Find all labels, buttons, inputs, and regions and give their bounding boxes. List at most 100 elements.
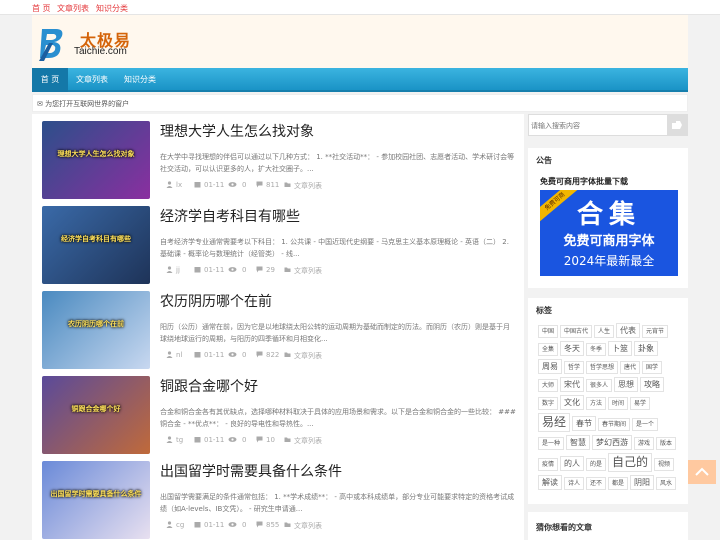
- post-thumbnail[interactable]: 出国留学时需要具备什么条件: [42, 461, 150, 539]
- top-link-knowledge[interactable]: 知识分类: [96, 3, 128, 14]
- comment-icon: [256, 266, 263, 275]
- tag-link[interactable]: 的是: [586, 458, 607, 471]
- nav-item-home[interactable]: 首 页: [32, 68, 68, 92]
- top-link-articles[interactable]: 文章列表: [57, 3, 89, 14]
- tag-link[interactable]: 攻略: [640, 377, 665, 392]
- post-excerpt: 自考经济学专业通常需要考以下科目： 1. 公共课 - 中国近现代史纲要 - 马克…: [160, 238, 509, 258]
- tag-link[interactable]: 疫情: [538, 458, 559, 471]
- tag-link[interactable]: 国学: [642, 361, 663, 374]
- tag-link[interactable]: 是一种: [538, 437, 565, 450]
- post-author[interactable]: tg: [176, 436, 183, 444]
- logo-icon[interactable]: [38, 25, 68, 61]
- tag-link[interactable]: 代表: [616, 323, 641, 338]
- nav-item-articles[interactable]: 文章列表: [70, 68, 114, 92]
- tag-link[interactable]: 春节期间: [598, 418, 631, 431]
- tag-link[interactable]: 游戏: [634, 437, 655, 450]
- tag-link[interactable]: 方法: [586, 397, 607, 410]
- tag-link[interactable]: 是一个: [632, 418, 659, 431]
- tag-link[interactable]: 哲学思想: [586, 361, 619, 374]
- post-title[interactable]: 经济学自考科目有哪些: [160, 206, 300, 226]
- post-item: 理想大学人生怎么找对象 理想大学人生怎么找对象 在大学中寻找理想的伴侣可以通过以下几…: [42, 119, 516, 199]
- tag-link[interactable]: 很多人: [586, 379, 613, 392]
- post-category[interactable]: 文章列表: [294, 521, 322, 531]
- post-title[interactable]: 理想大学人生怎么找对象: [160, 121, 314, 141]
- search-input[interactable]: [531, 118, 641, 133]
- tag-link[interactable]: 卜筮: [608, 341, 633, 356]
- post-title[interactable]: 农历阴历哪个在前: [160, 291, 272, 311]
- tag-link[interactable]: 阴阳: [630, 475, 655, 490]
- chevron-up-icon: [695, 467, 709, 476]
- tag-link[interactable]: 文化: [560, 395, 585, 410]
- tag-link[interactable]: 都是: [608, 477, 629, 490]
- post-excerpt: 出国留学需要满足的条件通常包括： 1. **学术成绩**： - 高中或本科成绩单…: [160, 493, 515, 513]
- tag-link[interactable]: 数字: [538, 397, 559, 410]
- logo-en-text[interactable]: Taichie.com: [74, 46, 127, 57]
- banner-title: 合集: [576, 200, 641, 230]
- post-title[interactable]: 出国留学时需要具备什么条件: [160, 461, 342, 481]
- tag-link[interactable]: 中国古代: [560, 325, 593, 338]
- tag-link[interactable]: 风水: [656, 477, 677, 490]
- post-author[interactable]: lx: [176, 181, 182, 189]
- comment-icon: [256, 181, 263, 190]
- post-excerpt: 阳历（公历）通常在前，因为它是以地球绕太阳公转的运动周期为基础而制定的历法。而阴…: [160, 323, 510, 343]
- post-title[interactable]: 铜跟合金哪个好: [160, 376, 258, 396]
- post-id: 10: [266, 436, 275, 444]
- post-thumbnail[interactable]: 铜跟合金哪个好: [42, 376, 150, 454]
- author-icon: [166, 436, 173, 445]
- tag-link[interactable]: 还不: [586, 477, 607, 490]
- tag-link[interactable]: 卦象: [634, 341, 659, 356]
- post-date: 01-11: [204, 266, 225, 274]
- post-views: 0: [242, 181, 247, 189]
- post-author[interactable]: jj: [176, 266, 180, 274]
- tag-link[interactable]: 梦幻西游: [592, 435, 633, 450]
- post-category[interactable]: 文章列表: [294, 181, 322, 191]
- post-thumbnail[interactable]: 农历阴历哪个在前: [42, 291, 150, 369]
- post-author[interactable]: cg: [176, 521, 184, 529]
- tag-link[interactable]: 版本: [656, 437, 677, 450]
- post-category[interactable]: 文章列表: [294, 266, 322, 276]
- tag-link[interactable]: 哲学: [564, 361, 585, 374]
- tag-link[interactable]: 易经: [538, 413, 571, 432]
- tags-widget: 标签 中国 中国古代 人生 代表 元宵节全集 冬天 冬季 卜筮 卦象周易 哲学 哲学思想 唐代 国学大师…: [528, 298, 688, 504]
- tag-link[interactable]: 春节: [572, 416, 597, 431]
- announcement-title[interactable]: 免费可商用字体批量下载: [540, 176, 628, 187]
- tag-link[interactable]: 元宵节: [642, 325, 669, 338]
- tag-link[interactable]: 周易: [538, 359, 562, 374]
- top-link-home[interactable]: 首 页: [32, 3, 51, 14]
- calendar-icon: [194, 436, 201, 445]
- post-thumbnail[interactable]: 经济学自考科目有哪些: [42, 206, 150, 284]
- tag-link[interactable]: 唐代: [620, 361, 641, 374]
- tag-link[interactable]: 易学: [630, 397, 651, 410]
- post-id: 855: [266, 521, 280, 529]
- tag-link[interactable]: 诗人: [564, 477, 585, 490]
- tag-link[interactable]: 全集: [538, 343, 559, 356]
- post-id: 29: [266, 266, 275, 274]
- tag-link[interactable]: 宋代: [560, 377, 585, 392]
- top-bar: 首 页 文章列表 知识分类: [0, 0, 720, 15]
- back-to-top-button[interactable]: [688, 460, 716, 484]
- tag-link[interactable]: 人生: [594, 325, 615, 338]
- announcement-banner[interactable]: 免费可商 合集 免费可商用字体 2024年最新最全: [540, 190, 678, 276]
- tag-link[interactable]: 冬季: [586, 343, 607, 356]
- post-thumbnail[interactable]: 理想大学人生怎么找对象: [42, 121, 150, 199]
- tag-link[interactable]: 的人: [560, 456, 585, 471]
- tag-link[interactable]: 自己的: [608, 453, 653, 472]
- tag-link[interactable]: 大师: [538, 379, 559, 392]
- tag-link[interactable]: 冬天: [560, 341, 585, 356]
- post-author[interactable]: nl: [176, 351, 182, 359]
- post-category[interactable]: 文章列表: [294, 436, 322, 446]
- tag-link[interactable]: 中国: [538, 325, 559, 338]
- search-icon: [672, 121, 682, 129]
- author-icon: [166, 266, 173, 275]
- tag-link[interactable]: 思想: [614, 377, 639, 392]
- nav-item-knowledge[interactable]: 知识分类: [118, 68, 162, 92]
- tag-cloud: 中国 中国古代 人生 代表 元宵节全集 冬天 冬季 卜筮 卦象周易 哲学 哲学思想 唐代 国学大师 宋代很…: [538, 323, 683, 493]
- tag-link[interactable]: 智慧: [566, 435, 591, 450]
- tag-link[interactable]: 视频: [654, 458, 675, 471]
- eye-icon: [228, 351, 237, 360]
- tag-link[interactable]: 解读: [538, 475, 562, 490]
- post-category[interactable]: 文章列表: [294, 351, 322, 361]
- tag-link[interactable]: 时间: [608, 397, 629, 410]
- search-button[interactable]: [667, 115, 687, 135]
- tags-heading: 标签: [536, 306, 552, 315]
